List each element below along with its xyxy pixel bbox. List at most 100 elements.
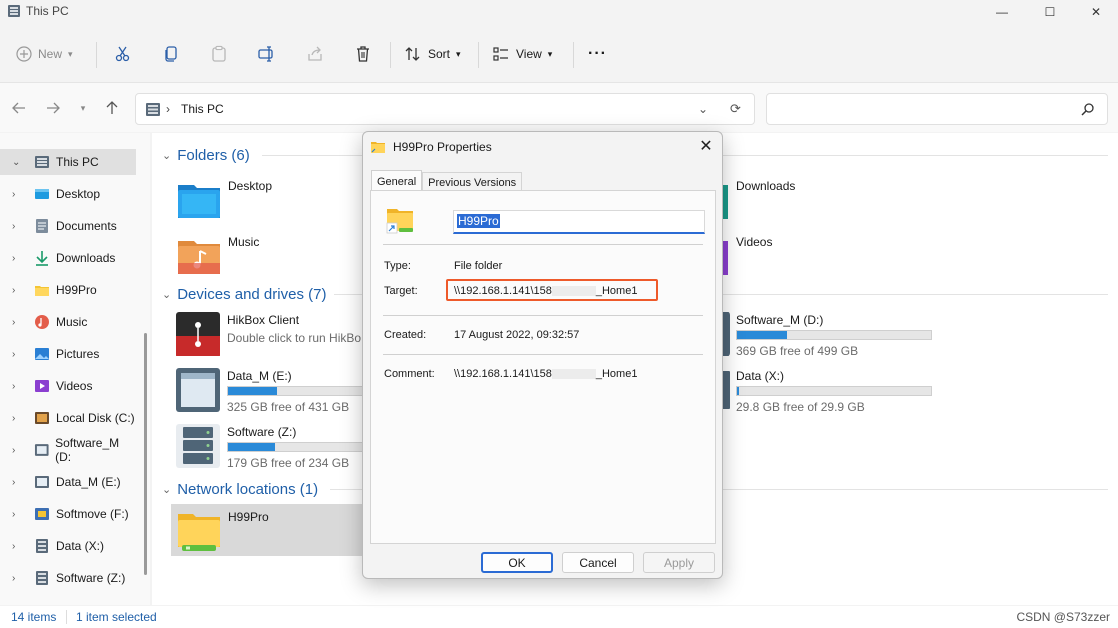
apply-button[interactable]: Apply [643, 552, 715, 573]
chevron-down-icon: ⌄ [162, 149, 172, 162]
sidebar-item-label: This PC [56, 155, 99, 169]
sort-button[interactable]: Sort ▾ [404, 40, 461, 68]
cut-button[interactable] [114, 40, 132, 68]
divider [573, 42, 574, 68]
chevron-right-icon[interactable]: › [12, 477, 26, 488]
folder-tile-desktop[interactable]: Desktop [176, 177, 376, 225]
chevron-right-icon[interactable]: › [12, 317, 26, 328]
sidebar-item-data-x[interactable]: › Data (X:) [0, 533, 136, 559]
sidebar-item-downloads[interactable]: › Downloads [0, 245, 136, 271]
maximize-button[interactable]: ☐ [1028, 2, 1072, 22]
up-button[interactable] [103, 99, 121, 117]
new-button[interactable]: New ▾ [16, 40, 73, 68]
rename-button[interactable] [258, 40, 276, 68]
sidebar-item-software-m-d[interactable]: › Software_M (D: [0, 436, 136, 464]
sidebar-item-local-disk-c[interactable]: › Local Disk (C:) [0, 405, 136, 431]
chevron-right-icon[interactable]: › [12, 381, 26, 392]
more-dots-icon: ··· [588, 45, 607, 62]
this-pc-icon [146, 103, 160, 116]
more-options-button[interactable]: ··· [588, 40, 607, 68]
sidebar-item-videos[interactable]: › Videos [0, 373, 136, 399]
chevron-right-icon[interactable]: › [12, 541, 26, 552]
chevron-down-icon[interactable]: ⌄ [12, 157, 26, 168]
type-value: File folder [454, 260, 503, 272]
dialog-tabs: General Previous Versions [371, 170, 523, 192]
divider [383, 244, 703, 245]
sidebar-item-label: Software_M (D: [55, 436, 120, 464]
sidebar-item-music[interactable]: › Music [0, 309, 136, 335]
divider [478, 42, 479, 68]
copy-button[interactable] [162, 40, 180, 68]
forward-button[interactable] [44, 99, 62, 117]
chevron-right-icon[interactable]: › [12, 573, 26, 584]
drive-tile-software-z[interactable]: Software (Z:) 179 GB free of 234 GB [175, 423, 423, 471]
drive-name: Software_M (D:) [736, 313, 824, 327]
tab-previous-versions[interactable]: Previous Versions [422, 172, 523, 192]
drive-tile-hikbox[interactable]: HikBox Client Double click to run HikBo [175, 311, 375, 359]
sidebar-item-software-z[interactable]: › Software (Z:) [0, 565, 136, 591]
chevron-down-icon: ▾ [68, 48, 73, 59]
search-input[interactable] [766, 93, 1108, 125]
chevron-right-icon[interactable]: › [12, 253, 26, 264]
sidebar-item-desktop[interactable]: › Desktop [0, 181, 136, 207]
chevron-right-icon[interactable]: › [12, 221, 26, 232]
close-dialog-button[interactable]: ✕ [698, 138, 714, 155]
divider [383, 354, 703, 355]
sidebar-item-pictures[interactable]: › Pictures [0, 341, 136, 367]
chevron-right-icon[interactable]: › [12, 285, 26, 296]
new-label: New [38, 47, 63, 61]
divider [66, 610, 67, 624]
address-bar[interactable]: › This PC ⌄ ⟳ [135, 93, 755, 125]
group-header-devices[interactable]: ⌄ Devices and drives (7) [162, 284, 326, 304]
ok-button[interactable]: OK [481, 552, 553, 573]
sidebar-item-h99pro[interactable]: › H99Pro [0, 277, 136, 303]
music-icon [35, 315, 49, 329]
chevron-right-icon[interactable]: › [12, 445, 26, 456]
tab-general[interactable]: General [371, 170, 423, 192]
sidebar-item-this-pc[interactable]: ⌄ This PC [0, 149, 136, 175]
cancel-button[interactable]: Cancel [562, 552, 634, 573]
sidebar-item-label: Local Disk (C:) [56, 411, 135, 425]
close-window-button[interactable]: ✕ [1074, 2, 1118, 22]
network-location-h99pro[interactable]: H99Pro [176, 508, 371, 556]
group-header-folders[interactable]: ⌄ Folders (6) [162, 145, 250, 165]
view-button[interactable]: View ▾ [492, 40, 552, 68]
group-header-network[interactable]: ⌄ Network locations (1) [162, 479, 318, 499]
paste-button[interactable] [210, 40, 228, 68]
target-label: Target: [384, 285, 418, 297]
arrow-up-icon [106, 101, 118, 114]
documents-icon [36, 219, 48, 233]
sidebar-item-softmove-f[interactable]: › Softmove (F:) [0, 501, 136, 527]
drive-tile-data-m-e[interactable]: Data_M (E:) 325 GB free of 431 GB [175, 367, 423, 415]
drive-free-space: 369 GB free of 499 GB [736, 344, 859, 358]
sidebar-item-label: Softmove (F:) [56, 507, 129, 521]
breadcrumb[interactable]: This PC [181, 102, 224, 116]
sort-icon [405, 47, 420, 61]
share-button[interactable] [306, 40, 324, 68]
sidebar-scrollbar[interactable] [144, 333, 147, 575]
comment-label: Comment: [384, 368, 435, 380]
minimize-button[interactable]: — [980, 2, 1024, 22]
chevron-right-icon[interactable]: › [12, 189, 26, 200]
delete-button[interactable] [354, 40, 372, 68]
back-button[interactable] [10, 99, 28, 117]
name-field[interactable]: H99Pro [453, 210, 705, 234]
chevron-right-icon[interactable]: › [12, 413, 26, 424]
drive-usage-fill [228, 387, 277, 395]
sidebar-item-label: Music [56, 315, 88, 329]
sidebar-item-documents[interactable]: › Documents [0, 213, 136, 239]
refresh-icon[interactable]: ⟳ [730, 101, 741, 117]
sidebar-item-data-m-e[interactable]: › Data_M (E:) [0, 469, 136, 495]
network-folder-icon [178, 514, 220, 551]
pictures-icon [35, 348, 49, 360]
drive-name: Data_M (E:) [227, 369, 292, 383]
drive-icon [35, 412, 49, 424]
divider [96, 42, 97, 68]
sidebar-item-label: Videos [56, 379, 93, 393]
chevron-right-icon[interactable]: › [12, 349, 26, 360]
chevron-right-icon[interactable]: › [12, 509, 26, 520]
drive-description: Double click to run HikBo [227, 331, 362, 345]
address-dropdown-icon[interactable]: ⌄ [698, 102, 708, 116]
folder-tile-music[interactable]: Music [176, 233, 376, 281]
recent-locations-button[interactable]: ▾ [74, 99, 92, 117]
